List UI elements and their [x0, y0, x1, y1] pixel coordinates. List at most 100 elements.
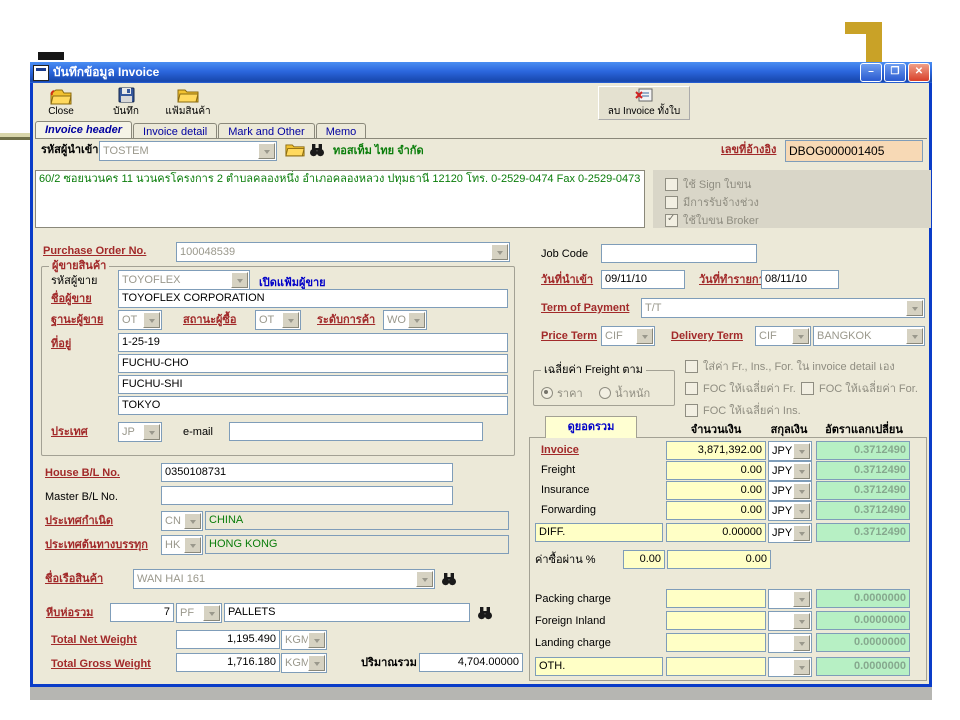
seller-address-line3[interactable]: FUCHU-SHI: [118, 375, 508, 394]
purchase-fee-amount-field[interactable]: 0.00: [667, 550, 771, 569]
tab-invoice-header[interactable]: Invoice header: [35, 121, 132, 139]
master-bl-field[interactable]: [161, 486, 453, 505]
chevron-down-icon[interactable]: [143, 312, 160, 328]
importer-code-combo[interactable]: TOSTEM: [99, 141, 277, 161]
chevron-down-icon[interactable]: [416, 571, 433, 587]
minimize-button[interactable]: –: [860, 63, 882, 82]
checkbox-icon[interactable]: [801, 382, 814, 395]
packing-charge-field[interactable]: [666, 589, 766, 608]
chevron-down-icon[interactable]: [184, 537, 201, 553]
packages-unit-name-field[interactable]: PALLETS: [224, 603, 470, 622]
seller-address-line1[interactable]: 1-25-19: [118, 333, 508, 352]
checkbox-icon[interactable]: [685, 404, 698, 417]
forwarding-amount-field[interactable]: 0.00: [666, 501, 766, 520]
tab-memo[interactable]: Memo: [316, 123, 367, 139]
delivery-term-combo[interactable]: CIF: [755, 326, 811, 346]
checkbox-icon[interactable]: [685, 382, 698, 395]
landing-charge-currency-combo[interactable]: [768, 633, 812, 653]
chevron-down-icon[interactable]: [793, 443, 810, 459]
loading-country-combo[interactable]: HK: [161, 535, 203, 555]
checkbox-icon[interactable]: [685, 360, 698, 373]
chevron-down-icon[interactable]: [793, 635, 810, 651]
invoice-total-link[interactable]: Invoice: [541, 444, 579, 457]
tab-invoice-detail[interactable]: Invoice detail: [133, 123, 217, 139]
net-weight-field[interactable]: 1,195.490: [176, 630, 280, 649]
diff-amount-field[interactable]: 0.00000: [666, 523, 766, 542]
average-by-price-radio[interactable]: ราคา: [541, 384, 583, 402]
foreign-inland-currency-combo[interactable]: [768, 611, 812, 631]
product-file-button[interactable]: แฟ้มสินค้า: [161, 86, 215, 120]
price-term-combo[interactable]: CIF: [601, 326, 655, 346]
chevron-down-icon[interactable]: [308, 632, 325, 648]
landing-charge-field[interactable]: [666, 633, 766, 652]
foc-forwarding-checkbox[interactable]: FOC ให้เฉลี่ยค่า For.: [801, 379, 918, 397]
chevron-down-icon[interactable]: [793, 613, 810, 629]
purchase-fee-percent-field[interactable]: 0.00: [623, 550, 665, 569]
packages-count-field[interactable]: 7: [110, 603, 174, 622]
radio-selected-icon[interactable]: [541, 387, 553, 399]
other-charge-label-field[interactable]: OTH.: [535, 657, 663, 676]
save-button[interactable]: บันทึก: [103, 86, 149, 120]
chevron-down-icon[interactable]: [793, 591, 810, 607]
close-toolbar-button[interactable]: Close: [37, 86, 85, 120]
manual-fr-ins-for-checkbox[interactable]: ใส่ค่า Fr., Ins., For. ใน invoice detail…: [685, 357, 895, 375]
chevron-down-icon[interactable]: [491, 244, 508, 260]
invoice-currency-combo[interactable]: JPY: [768, 441, 812, 461]
chevron-down-icon[interactable]: [793, 525, 810, 541]
radio-icon[interactable]: [599, 387, 611, 399]
gross-weight-field[interactable]: 1,716.180: [176, 653, 280, 672]
trade-level-combo[interactable]: WO: [383, 310, 427, 330]
chevron-down-icon[interactable]: [408, 312, 425, 328]
broker-declaration-checkbox[interactable]: ใช้ใบขน Broker: [665, 211, 759, 229]
reference-number-field[interactable]: DBOG000001405: [785, 140, 923, 162]
seller-code-combo[interactable]: TOYOFLEX: [118, 270, 250, 290]
checkmark-icon[interactable]: [665, 214, 678, 227]
transaction-date-field[interactable]: 08/11/10: [761, 270, 839, 289]
maximize-button[interactable]: ❐: [884, 63, 906, 82]
titlebar[interactable]: บันทึกข้อมูล Invoice – ❐ ✕: [30, 62, 932, 83]
tab-mark-and-other[interactable]: Mark and Other: [218, 123, 314, 139]
seller-address-line2[interactable]: FUCHU-CHO: [118, 354, 508, 373]
import-date-field[interactable]: 09/11/10: [601, 270, 685, 289]
house-bl-field[interactable]: 0350108731: [161, 463, 453, 482]
seller-name-field[interactable]: TOYOFLEX CORPORATION: [118, 289, 508, 308]
chevron-down-icon[interactable]: [793, 463, 810, 479]
gross-weight-unit-combo[interactable]: KGM: [281, 653, 327, 673]
checkbox-icon[interactable]: [665, 178, 678, 191]
use-sign-checkbox[interactable]: ใช้ Sign ใบขน: [665, 175, 751, 193]
email-field[interactable]: [229, 422, 483, 441]
checkbox-icon[interactable]: [665, 196, 678, 209]
foreign-inland-field[interactable]: [666, 611, 766, 630]
diff-row-label-field[interactable]: DIFF.: [535, 523, 663, 542]
chevron-down-icon[interactable]: [636, 328, 653, 344]
chevron-down-icon[interactable]: [793, 483, 810, 499]
close-button[interactable]: ✕: [908, 63, 930, 82]
seller-status-combo[interactable]: OT: [118, 310, 162, 330]
chevron-down-icon[interactable]: [231, 272, 248, 288]
binoculars-search-icon[interactable]: [309, 142, 325, 157]
payment-term-combo[interactable]: T/T: [641, 298, 925, 318]
seller-address-line4[interactable]: TOKYO: [118, 396, 508, 415]
delete-invoice-button[interactable]: ลบ Invoice ทั้งใบ: [598, 86, 690, 120]
chevron-down-icon[interactable]: [143, 424, 160, 440]
vessel-combo[interactable]: WAN HAI 161: [133, 569, 435, 589]
chevron-down-icon[interactable]: [258, 143, 275, 159]
delivery-place-combo[interactable]: BANGKOK: [813, 326, 925, 346]
subcontract-checkbox[interactable]: มีการรับจ้างช่วง: [665, 193, 759, 211]
other-charge-field[interactable]: [666, 657, 766, 676]
chevron-down-icon[interactable]: [906, 328, 923, 344]
chevron-down-icon[interactable]: [203, 605, 220, 621]
packages-unit-combo[interactable]: PF: [176, 603, 222, 623]
insurance-currency-combo[interactable]: JPY: [768, 481, 812, 501]
view-totals-button[interactable]: ดูยอดรวม: [545, 416, 637, 438]
chevron-down-icon[interactable]: [282, 312, 299, 328]
chevron-down-icon[interactable]: [184, 513, 201, 529]
chevron-down-icon[interactable]: [906, 300, 923, 316]
invoice-amount-field[interactable]: 3,871,392.00: [666, 441, 766, 460]
binoculars-search-icon[interactable]: [477, 605, 493, 620]
purchase-order-combo[interactable]: 100048539: [176, 242, 510, 262]
foc-freight-checkbox[interactable]: FOC ให้เฉลี่ยค่า Fr.: [685, 379, 796, 397]
packing-charge-currency-combo[interactable]: [768, 589, 812, 609]
open-folder-icon[interactable]: [285, 142, 305, 157]
seller-country-combo[interactable]: JP: [118, 422, 162, 442]
